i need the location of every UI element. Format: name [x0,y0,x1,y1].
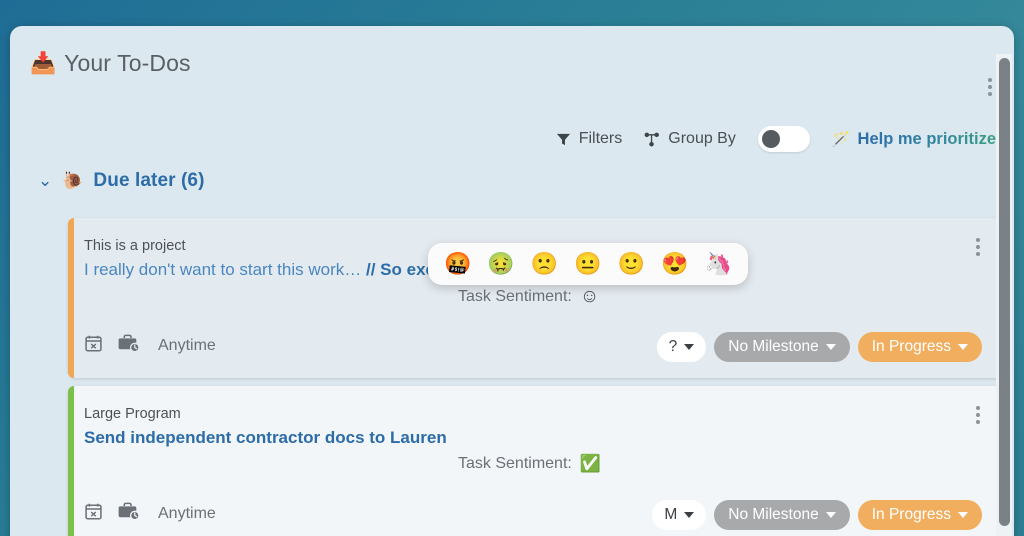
calendar-no-date-icon[interactable] [84,334,103,358]
briefcase-clock-icon[interactable] [117,502,140,526]
smiling-face-with-hearts-emoji[interactable]: 😍 [657,251,692,277]
card-title-separator: // [365,260,376,279]
snail-icon: 🐌 [62,171,84,190]
slightly-smiling-face-emoji[interactable]: 🙂 [614,251,649,277]
outline-smiley-icon[interactable]: ☺ [580,286,599,308]
card-title-bold: So exc [380,260,435,279]
section-title: Due later (6) [93,170,205,191]
chevron-down-icon [684,512,695,518]
header-kebab-menu-icon[interactable] [988,78,992,96]
cursing-face-emoji[interactable]: 🤬 [440,251,475,277]
card-footer: Anytime [84,334,216,358]
priority-pill-label: M [664,506,678,523]
inbox-tray-icon: 📥 [30,52,57,75]
task-sentiment[interactable]: Task Sentiment: ☺ [458,286,599,308]
task-sentiment-label: Task Sentiment: [458,455,572,472]
chevron-down-icon [825,344,836,350]
task-sentiment[interactable]: Task Sentiment: ✅ [458,454,601,474]
card-subtitle: This is a project [84,238,186,254]
chevron-down-icon [958,512,968,518]
page-title: 📥 Your To-Dos [10,26,1014,77]
emoji-picker-popup[interactable]: 🤬 🤢 🙁 😐 🙂 😍 🦄 [428,243,748,285]
chevron-down-icon [958,344,968,350]
card-title[interactable]: Send independent contractor docs to Laur… [84,428,447,448]
filters-button[interactable]: Filters [556,130,623,148]
task-card[interactable]: This is a project I really don't want to… [68,218,1002,378]
filters-label: Filters [578,130,623,147]
calendar-no-date-icon[interactable] [84,502,103,526]
green-check-icon[interactable]: ✅ [580,454,601,474]
page-title-text: Your To-Dos [64,50,191,76]
unicorn-emoji[interactable]: 🦄 [700,251,735,277]
neutral-face-emoji[interactable]: 😐 [570,251,605,277]
group-by-label: Group By [668,130,736,147]
priority-pill-label: ? [668,338,678,355]
chevron-down-icon [825,512,836,518]
card-pills: ? No Milestone In Progress [656,332,982,362]
card-schedule: Anytime [158,505,216,522]
status-pill-label: In Progress [871,338,951,355]
hierarchy-icon [644,132,660,147]
vertical-scrollbar[interactable] [996,54,1012,536]
briefcase-clock-icon[interactable] [117,334,140,358]
slightly-frowning-face-emoji[interactable]: 🙁 [527,251,562,277]
todo-panel: 📥 Your To-Dos Filters Group By 🪄 Help me… [10,26,1014,536]
chevron-down-icon[interactable]: ⌄ [38,172,52,189]
status-pill[interactable]: In Progress [857,500,982,530]
card-status-stripe [68,386,74,536]
milestone-pill-label: No Milestone [728,338,819,355]
priority-pill[interactable]: M [652,500,707,530]
milestone-pill-label: No Milestone [728,506,819,523]
card-schedule: Anytime [158,337,216,354]
status-pill[interactable]: In Progress [857,332,982,362]
help-me-prioritize-button[interactable]: 🪄 Help me prioritize [832,130,996,149]
card-kebab-menu-icon[interactable] [976,238,980,256]
magic-wand-icon: 🪄 [831,131,851,148]
card-title-plain: I really don't want to start this work… [84,260,362,279]
card-pills: M No Milestone In Progress [652,500,982,530]
help-me-prioritize-label: Help me prioritize [857,129,996,148]
toggle-knob [761,130,780,148]
prioritize-toggle[interactable] [757,126,810,152]
group-by-button[interactable]: Group By [644,130,736,148]
milestone-pill[interactable]: No Milestone [714,332,850,362]
chevron-down-icon [684,344,695,350]
panel-header: 📥 Your To-Dos [10,26,1014,96]
card-footer: Anytime [84,502,216,526]
card-title[interactable]: I really don't want to start this work… … [84,260,435,280]
task-card[interactable]: Large Program Send independent contracto… [68,386,1002,536]
status-pill-label: In Progress [871,506,951,523]
milestone-pill[interactable]: No Milestone [714,500,850,530]
card-kebab-menu-icon[interactable] [976,406,980,424]
card-subtitle: Large Program [84,406,181,422]
scrollbar-thumb[interactable] [999,58,1010,526]
funnel-icon [556,132,571,147]
priority-pill[interactable]: ? [656,332,707,362]
nauseated-face-emoji[interactable]: 🤢 [483,251,518,277]
task-sentiment-label: Task Sentiment: [458,288,572,305]
card-status-stripe [68,218,74,378]
toolbar: Filters Group By 🪄 Help me prioritize [556,126,1014,152]
section-due-later[interactable]: ⌄ 🐌 Due later (6) [38,170,205,192]
